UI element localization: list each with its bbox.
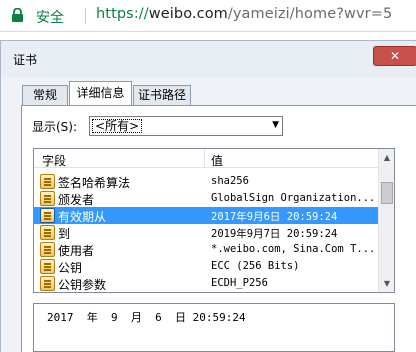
show-label: 显示(S): bbox=[32, 120, 78, 134]
field-value: ECC (256 Bits) bbox=[211, 260, 300, 272]
show-dropdown-value: <所有> bbox=[92, 119, 143, 133]
column-divider[interactable] bbox=[204, 149, 205, 168]
list-item[interactable]: 到 2019年9月7日 20:59:24 bbox=[34, 224, 378, 241]
list-item[interactable]: 使用者 *.weibo.com, Sina.Com T... bbox=[34, 241, 378, 258]
lock-icon bbox=[12, 8, 23, 22]
field-value: *.weibo.com, Sina.Com T... bbox=[211, 243, 376, 255]
url-path: /yameizi/home?wvr=5 bbox=[227, 6, 393, 22]
dialog-titlebar[interactable]: 证书 ✕ bbox=[1, 41, 416, 77]
field-value: GlobalSign Organization... bbox=[211, 192, 376, 204]
field-value: 2017年9月6日 20:59:24 bbox=[211, 211, 338, 223]
field-list[interactable]: 字段 值 签名哈希算法 sha256 颁发者 GlobalSign Organi… bbox=[33, 148, 395, 293]
url-scheme: https:// bbox=[96, 6, 149, 22]
list-item[interactable]: 公钥参数 ECDH_P256 bbox=[34, 275, 378, 292]
address-separator bbox=[85, 8, 86, 24]
field-value: 2019年9月7日 20:59:24 bbox=[211, 228, 338, 240]
field-name: 签名哈希算法 bbox=[58, 176, 131, 190]
certificate-field-icon bbox=[40, 208, 55, 223]
close-button[interactable]: ✕ bbox=[373, 46, 416, 66]
certificate-field-icon bbox=[40, 276, 55, 291]
scroll-down-icon[interactable]: ▼ bbox=[379, 275, 394, 292]
scrollbar-thumb[interactable] bbox=[381, 182, 393, 204]
url-text[interactable]: https://weibo.com/yameizi/home?wvr=5 bbox=[96, 6, 392, 22]
url-host: weibo.com bbox=[148, 6, 228, 22]
field-name: 到 bbox=[58, 227, 71, 241]
field-name: 公钥参数 bbox=[58, 278, 107, 292]
certificate-field-icon bbox=[40, 242, 55, 257]
certificate-field-icon bbox=[40, 259, 55, 274]
value-detail-box[interactable]: 2017 年 9 月 6 日 20:59:24 bbox=[33, 303, 395, 352]
list-item[interactable]: 签名哈希算法 sha256 bbox=[34, 173, 378, 190]
field-name: 公钥 bbox=[58, 261, 83, 275]
tab-details[interactable]: 详细信息 bbox=[69, 81, 132, 106]
field-value: sha256 bbox=[211, 175, 249, 187]
list-item[interactable]: 公钥 ECC (256 Bits) bbox=[34, 258, 378, 275]
scroll-up-icon[interactable]: ▲ bbox=[379, 149, 394, 166]
column-header-value[interactable]: 值 bbox=[211, 152, 223, 169]
value-detail-text: 2017 年 9 月 6 日 20:59:24 bbox=[47, 311, 246, 324]
field-value: ECDH_P256 bbox=[211, 277, 268, 289]
show-dropdown[interactable]: <所有> ▼ bbox=[89, 116, 283, 136]
tab-certification-path[interactable]: 证书路径 bbox=[133, 85, 191, 106]
list-item-selected[interactable]: 有效期从 2017年9月6日 20:59:24 bbox=[34, 207, 378, 224]
address-bar[interactable]: 安全 https://weibo.com/yameizi/home?wvr=5 bbox=[0, 0, 416, 32]
chevron-down-icon: ▼ bbox=[272, 120, 279, 130]
secure-label: 安全 bbox=[36, 10, 64, 26]
column-header-field[interactable]: 字段 bbox=[42, 152, 66, 169]
list-header: 字段 值 bbox=[34, 149, 378, 168]
field-name: 使用者 bbox=[58, 244, 95, 258]
list-scrollbar[interactable]: ▲ ▼ bbox=[378, 149, 394, 292]
certificate-field-icon bbox=[40, 191, 55, 206]
tab-general[interactable]: 常规 bbox=[22, 85, 68, 106]
field-name: 颁发者 bbox=[58, 193, 95, 207]
dialog-title: 证书 bbox=[13, 53, 38, 67]
field-name: 有效期从 bbox=[58, 210, 107, 224]
certificate-field-icon bbox=[40, 225, 55, 240]
list-item[interactable]: 颁发者 GlobalSign Organization... bbox=[34, 190, 378, 207]
certificate-field-icon bbox=[40, 174, 55, 189]
